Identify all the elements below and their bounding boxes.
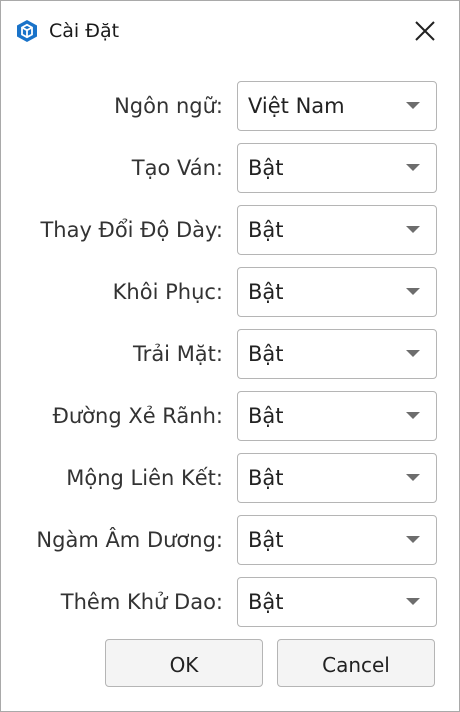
ngam-am-duong-label: Ngàm Âm Dương: (36, 528, 223, 552)
settings-dialog: Cài Đặt Ngôn ngữ: Việt Nam Tạo Ván: Bật … (0, 0, 460, 712)
trai-mat-label: Trải Mặt: (132, 342, 223, 366)
trai-mat-value: Bật (248, 342, 284, 366)
settings-form: Ngôn ngữ: Việt Nam Tạo Ván: Bật Thay Đổi… (1, 1, 459, 711)
mong-lien-ket-label: Mộng Liên Kết: (66, 466, 223, 490)
setting-row-ngam-am-duong: Ngàm Âm Dương: Bật (1, 515, 459, 565)
tao-van-label: Tạo Ván: (131, 156, 223, 180)
them-khu-dao-label: Thêm Khử Dao: (60, 590, 223, 614)
setting-row-tao-van: Tạo Ván: Bật (1, 143, 459, 193)
khoi-phuc-label: Khôi Phục: (112, 280, 223, 304)
thay-doi-do-day-label: Thay Đổi Độ Dày: (40, 218, 223, 242)
chevron-down-icon (406, 102, 420, 109)
chevron-down-icon (406, 288, 420, 295)
them-khu-dao-value: Bật (248, 590, 284, 614)
chevron-down-icon (406, 164, 420, 171)
tao-van-select[interactable]: Bật (237, 143, 437, 193)
cancel-button[interactable]: Cancel (277, 639, 435, 687)
language-value: Việt Nam (248, 94, 345, 118)
mong-lien-ket-value: Bật (248, 466, 284, 490)
thay-doi-do-day-select[interactable]: Bật (237, 205, 437, 255)
language-label: Ngôn ngữ: (114, 94, 223, 118)
thay-doi-do-day-value: Bật (248, 218, 284, 242)
them-khu-dao-select[interactable]: Bật (237, 577, 437, 627)
ok-button[interactable]: OK (105, 639, 263, 687)
chevron-down-icon (406, 350, 420, 357)
setting-row-them-khu-dao: Thêm Khử Dao: Bật (1, 577, 459, 627)
khoi-phuc-value: Bật (248, 280, 284, 304)
setting-row-khoi-phuc: Khôi Phục: Bật (1, 267, 459, 317)
ngam-am-duong-select[interactable]: Bật (237, 515, 437, 565)
trai-mat-select[interactable]: Bật (237, 329, 437, 379)
duong-xe-ranh-label: Đường Xẻ Rãnh: (52, 404, 223, 428)
chevron-down-icon (406, 226, 420, 233)
chevron-down-icon (406, 598, 420, 605)
setting-row-trai-mat: Trải Mặt: Bật (1, 329, 459, 379)
setting-row-duong-xe-ranh: Đường Xẻ Rãnh: Bật (1, 391, 459, 441)
setting-row-language: Ngôn ngữ: Việt Nam (1, 81, 459, 131)
setting-row-mong-lien-ket: Mộng Liên Kết: Bật (1, 453, 459, 503)
duong-xe-ranh-value: Bật (248, 404, 284, 428)
chevron-down-icon (406, 474, 420, 481)
setting-row-thay-doi-do-day: Thay Đổi Độ Dày: Bật (1, 205, 459, 255)
duong-xe-ranh-select[interactable]: Bật (237, 391, 437, 441)
language-select[interactable]: Việt Nam (237, 81, 437, 131)
chevron-down-icon (406, 412, 420, 419)
mong-lien-ket-select[interactable]: Bật (237, 453, 437, 503)
ngam-am-duong-value: Bật (248, 528, 284, 552)
tao-van-value: Bật (248, 156, 284, 180)
khoi-phuc-select[interactable]: Bật (237, 267, 437, 317)
chevron-down-icon (406, 536, 420, 543)
